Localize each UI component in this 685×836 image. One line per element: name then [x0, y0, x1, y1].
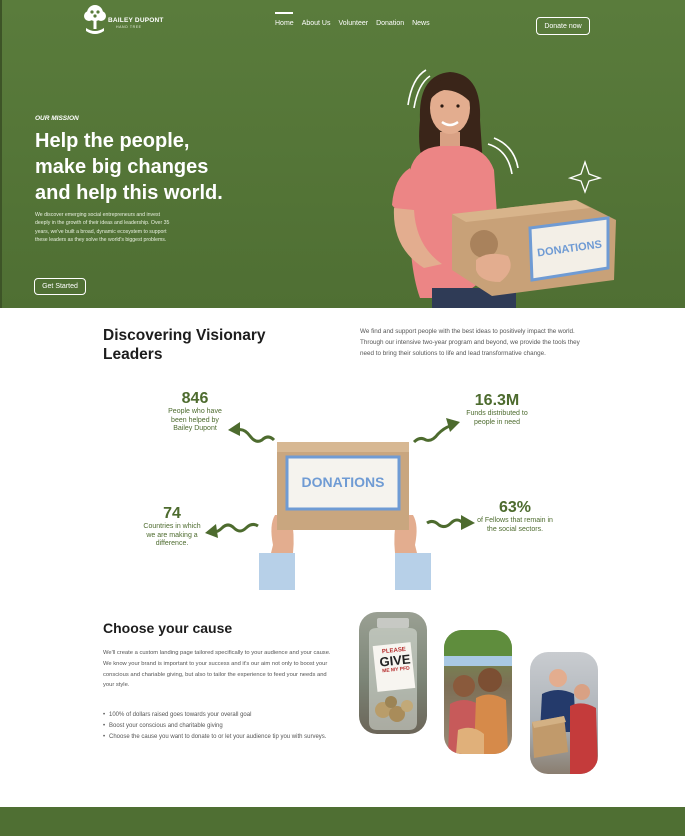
cause-title: Choose your cause [103, 620, 233, 636]
stat-fellows-remain: 63% of Fellows that remain in the social… [470, 499, 560, 534]
brand-name: BAILEY DUPONT [108, 17, 164, 24]
nav-about-us[interactable]: About Us [302, 20, 331, 27]
stat-value: 16.3M [474, 392, 520, 409]
main-nav: Home About Us Volunteer Donation News [275, 12, 430, 27]
footer-band [0, 807, 685, 836]
stat-countries: 74 Countries in which we are making a di… [130, 505, 214, 549]
stat-label: People who have been helped by Bailey Du… [168, 408, 222, 432]
cause-description: We'll create a custom landing page tailo… [103, 650, 331, 689]
nav-news[interactable]: News [412, 20, 430, 27]
stat-people-helped: 846 People who have been helped by Baile… [150, 390, 240, 434]
discover-title: Discovering Visionary Leaders [103, 327, 266, 363]
volunteers-photo [530, 652, 598, 774]
volunteers-image [532, 669, 598, 774]
brand-tagline: HAND TREE [116, 25, 142, 29]
hero-title: Help the people, make big changes and he… [35, 128, 275, 206]
list-item: Choose the cause you want to donate to o… [103, 732, 339, 743]
stat-value: 63% [498, 499, 532, 516]
stats-box-label: DONATIONS [301, 474, 385, 490]
hero-description: We discover emerging social entrepreneur… [35, 212, 170, 243]
hero-section: BAILEY DUPONT HAND TREE Home About Us Vo… [0, 0, 685, 308]
tree-hand-icon [84, 5, 106, 34]
discover-description: We find and support people with the best… [360, 328, 580, 357]
donation-jar-photo: PLEASE GIVE ME MY PFD [359, 612, 427, 734]
stat-label: Countries in which we are making a diffe… [143, 523, 201, 547]
children-image [444, 630, 512, 754]
logo[interactable]: BAILEY DUPONT HAND TREE [82, 4, 164, 40]
list-item: 100% of dollars raised goes towards your… [103, 710, 339, 721]
nav-volunteer[interactable]: Volunteer [338, 20, 368, 27]
get-started-button[interactable]: Get Started [34, 278, 86, 295]
children-photo [444, 630, 512, 754]
stat-label: Funds distributed to people in need [466, 410, 528, 426]
hands-holding-box-image [259, 442, 431, 590]
nav-home[interactable]: Home [275, 12, 294, 27]
hero-title-line: Help the people, [35, 130, 190, 152]
cause-bullet-list: 100% of dollars raised goes towards your… [103, 710, 339, 743]
woman-with-donation-box-image: DONATIONS [392, 69, 616, 308]
stats-illustration: DONATIONS 846 People who have been helpe… [0, 380, 685, 590]
hero-title-line: and help this world. [35, 182, 223, 204]
stat-value: 74 [163, 505, 181, 522]
decor-arc [493, 137, 519, 169]
stat-value: 846 [181, 390, 209, 407]
mission-eyebrow: OUR MISSION [35, 115, 79, 122]
stat-label: of Fellows that remain in the social sec… [477, 517, 553, 533]
list-item: Boost your conscious and charitable givi… [103, 721, 339, 732]
sparkle-icon [567, 159, 603, 194]
hero-title-line: make big changes [35, 156, 209, 178]
donate-now-button[interactable]: Donate now [536, 17, 590, 35]
jar-sign: PLEASE GIVE ME MY PFD [374, 646, 416, 675]
stat-funds-distributed: 16.3M Funds distributed to people in nee… [452, 392, 542, 427]
nav-donation[interactable]: Donation [376, 20, 404, 27]
